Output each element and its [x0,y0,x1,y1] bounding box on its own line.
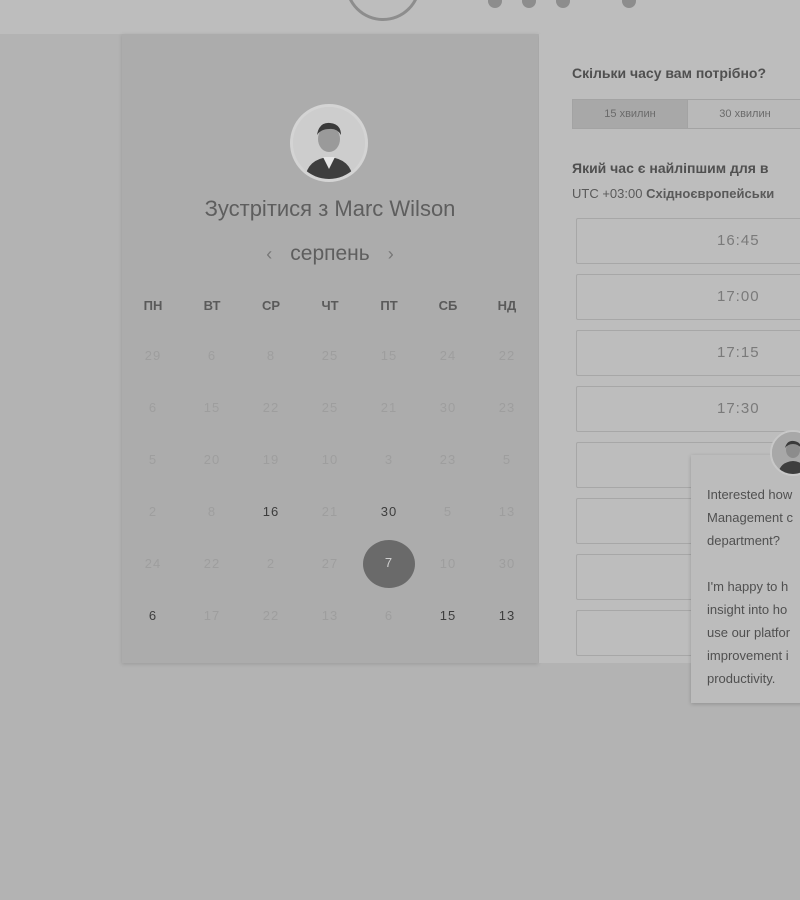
time-slot-label: 16:45 [717,232,760,249]
time-slot[interactable]: 16:45 [576,218,800,264]
unavailable-day: 2 [148,504,158,519]
selected-day[interactable]: 7 [363,540,415,588]
meeting-title: Зустрітися з Marc Wilson [204,196,456,221]
weekday-label: СР [261,298,281,313]
timezone-name: Східноєвропейськи [646,186,775,201]
month-navigator: ‹ серпень › [122,240,538,268]
unavailable-day: 29 [144,348,162,363]
unavailable-day: 15 [380,348,398,363]
unavailable-day: 22 [203,556,221,571]
unavailable-day: 2 [266,556,276,571]
host-avatar [290,104,368,182]
time-slot[interactable]: 17:30 [576,386,800,432]
available-day[interactable]: 30 [369,502,409,522]
unavailable-day: 8 [266,348,276,363]
unavailable-day: 25 [321,400,339,415]
unavailable-day: 17 [203,608,221,623]
chevron-left-icon[interactable]: ‹ [266,244,272,265]
time-slot[interactable]: 17:00 [576,274,800,320]
available-day[interactable]: 13 [487,606,527,626]
unavailable-day: 10 [321,452,339,467]
unavailable-day: 24 [439,348,457,363]
chat-popup[interactable]: Interested how Management c department? … [691,455,800,703]
unavailable-day: 30 [498,556,516,571]
unavailable-day: 22 [262,608,280,623]
unavailable-day: 25 [321,348,339,363]
unavailable-day: 23 [439,452,457,467]
time-slot[interactable]: 17:15 [576,330,800,376]
unavailable-day: 6 [148,400,158,415]
unavailable-day: 5 [502,452,512,467]
weekday-label: ПТ [380,298,398,313]
unavailable-day: 13 [321,608,339,623]
chat-message: Interested how Management c department? … [707,487,793,686]
duration-tabs: 15 хвилин 30 хвилин [572,99,800,129]
available-day[interactable]: 6 [133,606,173,626]
unavailable-day: 21 [321,504,339,519]
unavailable-day: 19 [262,452,280,467]
duration-option-15[interactable]: 15 хвилин [572,99,688,129]
unavailable-day: 22 [498,348,516,363]
unavailable-day: 30 [439,400,457,415]
unavailable-day: 6 [384,608,394,623]
unavailable-day: 5 [148,452,158,467]
logo-letter-mark [556,0,570,8]
unavailable-day: 8 [207,504,217,519]
timezone-label[interactable]: UTC +03:00 Східноєвропейськи [572,186,774,201]
top-header [0,0,800,34]
time-slot-label: 17:30 [717,400,760,417]
unavailable-day: 27 [321,556,339,571]
unavailable-day: 6 [207,348,217,363]
time-slot-label: 17:15 [717,344,760,361]
duration-question: Скільки часу вам потрібно? [572,65,767,81]
logo-letter-mark [488,0,502,8]
unavailable-day: 3 [384,452,394,467]
unavailable-day: 5 [443,504,453,519]
unavailable-day: 21 [380,400,398,415]
weekday-label: НД [497,298,517,313]
unavailable-day: 23 [498,400,516,415]
logo-icon [345,0,421,21]
unavailable-day: 24 [144,556,162,571]
weekday-label: ВТ [203,298,221,313]
chevron-right-icon[interactable]: › [388,244,394,265]
logo-letter-mark [622,0,636,8]
available-day[interactable]: 16 [251,502,291,522]
timezone-offset: UTC +03:00 [572,186,643,201]
logo-letter-mark [522,0,536,8]
time-slot-label: 17:00 [717,288,760,305]
unavailable-day: 22 [262,400,280,415]
unavailable-day: 20 [203,452,221,467]
duration-option-30[interactable]: 30 хвилин [688,99,800,129]
month-label: серпень [290,242,370,265]
weekday-label: ПН [143,298,163,313]
unavailable-day: 10 [439,556,457,571]
time-question: Який час є найліпшим для в [572,160,769,176]
weekday-label: ЧТ [321,298,339,313]
available-day[interactable]: 15 [428,606,468,626]
weekday-label: СБ [438,298,458,313]
unavailable-day: 13 [498,504,516,519]
unavailable-day: 15 [203,400,221,415]
